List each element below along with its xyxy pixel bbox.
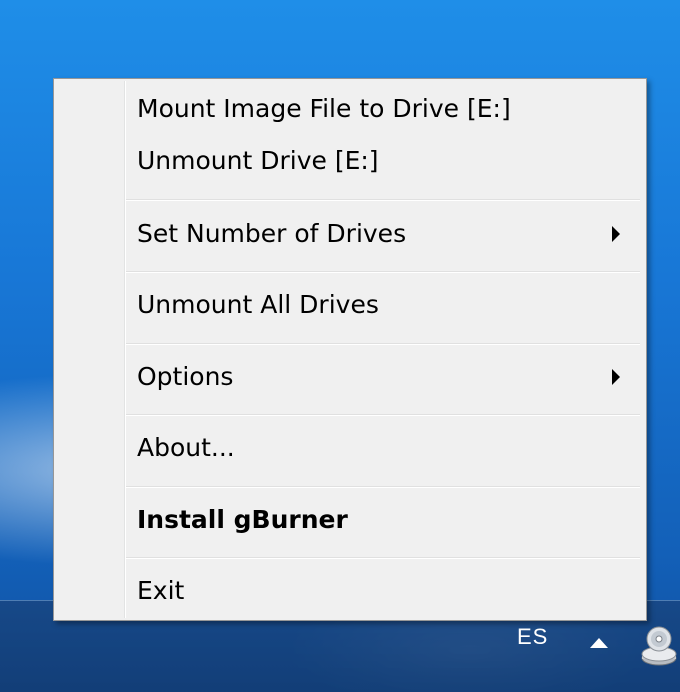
menu-item-options[interactable]: Options xyxy=(58,353,642,401)
menu-item-label: Set Number of Drives xyxy=(137,219,407,248)
menu-separator xyxy=(126,343,640,345)
menu-item-label: Mount Image File to Drive [E:] xyxy=(137,94,511,123)
menu-item-exit[interactable]: Exit xyxy=(58,567,642,615)
menu-item-label: Exit xyxy=(137,576,185,605)
menu-item-label: Unmount All Drives xyxy=(137,290,379,319)
submenu-arrow-icon xyxy=(612,369,620,385)
virtual-drive-icon[interactable] xyxy=(640,624,678,668)
menu-item-label: Install gBurner xyxy=(137,505,348,534)
menu-separator xyxy=(126,271,640,273)
menu-separator xyxy=(126,414,640,416)
menu-item-unmount-drive[interactable]: Unmount Drive [E:] xyxy=(58,137,642,185)
menu-item-about[interactable]: About... xyxy=(58,424,642,472)
show-hidden-icons-arrow-icon[interactable] xyxy=(590,638,608,648)
menu-item-label: Unmount Drive [E:] xyxy=(137,146,379,175)
menu-separator xyxy=(126,486,640,488)
menu-item-set-number-of-drives[interactable]: Set Number of Drives xyxy=(58,210,642,258)
menu-item-install-gburner[interactable]: Install gBurner xyxy=(58,496,642,544)
menu-item-unmount-all-drives[interactable]: Unmount All Drives xyxy=(58,281,642,329)
menu-item-label: About... xyxy=(137,433,235,462)
menu-separator xyxy=(126,557,640,559)
submenu-arrow-icon xyxy=(612,226,620,242)
menu-item-label: Options xyxy=(137,362,234,391)
language-indicator[interactable]: ES xyxy=(517,624,548,650)
menu-item-mount-image[interactable]: Mount Image File to Drive [E:] xyxy=(58,85,642,133)
context-menu: Mount Image File to Drive [E:] Unmount D… xyxy=(53,78,647,621)
menu-separator xyxy=(126,199,640,201)
